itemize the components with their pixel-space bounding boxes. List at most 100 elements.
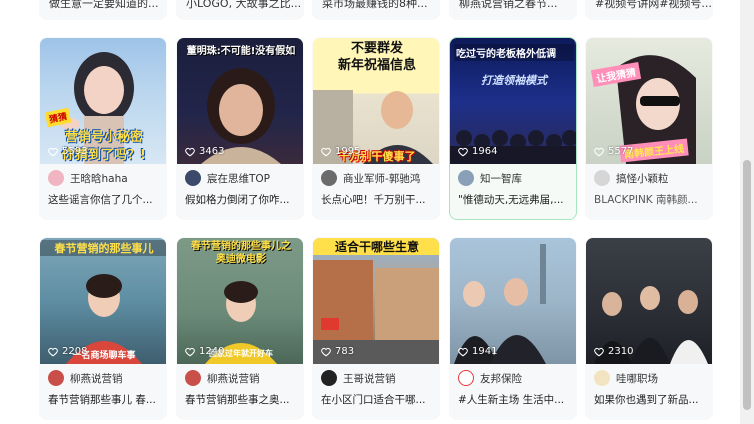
author-row[interactable]: 柳燕说营销 — [40, 364, 166, 392]
top-card-title: 菜市场最赚钱的8种... — [322, 0, 428, 10]
like-count-value: 2208 — [62, 346, 88, 357]
like-count-value: 783 — [335, 346, 355, 357]
video-card[interactable]: 吃过亏的老板格外低调 打造领袖模式 1964 知一智库 "惟德动天,无远弗届,.… — [449, 37, 577, 220]
thumbnail-caption: 不要群发 新年祝福信息 — [337, 41, 416, 73]
thumbnail-caption: 董明珠:不可能!没有假如 — [186, 46, 296, 57]
author-name: 搞怪小颖粒 — [616, 172, 669, 185]
video-title: #人生新主场 生活中... — [458, 394, 565, 406]
video-title: 春节营销那些事之奥... — [185, 394, 290, 406]
video-card[interactable]: 1941 友邦保险 #人生新主场 生活中... — [449, 237, 577, 420]
like-count: 1995 — [321, 146, 360, 157]
author-name: 王哥说营销 — [343, 372, 396, 385]
author-row[interactable]: 友邦保险 — [450, 364, 576, 392]
like-count-value: 3463 — [199, 146, 225, 157]
top-card-3[interactable]: 菜市场最赚钱的8种... — [312, 0, 440, 20]
like-count-value: 1941 — [472, 346, 498, 357]
heart-icon — [321, 147, 331, 156]
video-title: 假如格力倒闭了你咋... — [185, 194, 290, 206]
avatar — [458, 370, 474, 386]
like-count: 3463 — [185, 146, 224, 157]
top-card-4[interactable]: 柳燕说营销之春节... — [449, 0, 577, 20]
top-card-5[interactable]: #视频号讲网#视频号... — [585, 0, 713, 20]
author-row[interactable]: 王晗晗haha — [40, 164, 166, 192]
video-feed-page: 做生意一定要知道的... 小LOGO, 大故事之比... 菜市场最赚钱的8种..… — [0, 0, 754, 424]
video-card[interactable]: 2310 哇哪职场 如果你也遇到了新品... — [585, 237, 713, 420]
author-name: 商业军师-郭驰鸿 — [343, 172, 421, 185]
top-card-title: 柳燕说营销之春节... — [459, 0, 558, 10]
heart-icon — [185, 347, 195, 356]
video-thumbnail[interactable]: 适合干哪些生意 783 — [313, 238, 439, 364]
author-name: 哇哪职场 — [616, 372, 658, 385]
avatar — [185, 370, 201, 386]
video-thumbnail[interactable]: 让我猜猜 南韩颜王上线 5577 — [586, 38, 712, 164]
author-name: 柳燕说营销 — [70, 372, 123, 385]
video-thumbnail[interactable]: 猜猜 营销号小秘密 你猜到了吗？! 5593 — [40, 38, 166, 164]
avatar — [594, 370, 610, 386]
like-count: 2208 — [48, 346, 87, 357]
video-thumbnail[interactable]: 不要群发 新年祝福信息 千万别干傻事了 1995 — [313, 38, 439, 164]
top-card-2[interactable]: 小LOGO, 大故事之比... — [176, 0, 304, 20]
author-row[interactable]: 商业军师-郭驰鸿 — [313, 164, 439, 192]
video-title: "惟德动天,无远弗届,... — [458, 194, 564, 206]
video-card[interactable]: 不要群发 新年祝福信息 千万别干傻事了 1995 商业军师-郭驰鸿 长点心吧！千… — [312, 37, 440, 220]
video-thumbnail[interactable]: 春节营销的那些事儿之 奥迪微电影 回家过年就开好车 1240 — [177, 238, 303, 364]
video-title: 春节营销那些事儿 春... — [48, 394, 156, 406]
heart-icon — [48, 147, 58, 156]
thumbnail-caption: 适合干哪些生意 — [313, 238, 439, 255]
heart-icon — [458, 347, 468, 356]
video-thumbnail[interactable]: 春节营销的那些事儿 一名商场聊车事 2208 — [40, 238, 166, 364]
author-name: 柳燕说营销 — [207, 372, 260, 385]
video-card[interactable]: 让我猜猜 南韩颜王上线 5577 搞怪小颖粒 BLACKPINK 南韩颜... — [585, 37, 713, 220]
heart-icon — [321, 347, 331, 356]
like-count: 5593 — [48, 146, 87, 157]
avatar — [321, 170, 337, 186]
thumbnail-caption: 春节营销的那些事儿 — [40, 240, 166, 256]
like-count-value: 1964 — [472, 146, 498, 157]
video-card[interactable]: 董明珠:不可能!没有假如 3463 宸在思维TOP 假如格力倒闭了你咋... — [176, 37, 304, 220]
author-name: 王晗晗haha — [70, 172, 128, 185]
avatar — [594, 170, 610, 186]
avatar — [321, 370, 337, 386]
video-card[interactable]: 春节营销的那些事儿之 奥迪微电影 回家过年就开好车 1240 柳燕说营销 春节营… — [176, 237, 304, 420]
thumbnail-caption: 打造领袖模式 — [481, 74, 547, 87]
heart-icon — [594, 147, 604, 156]
scrollbar-thumb[interactable] — [743, 160, 751, 410]
heart-icon — [594, 347, 604, 356]
video-title: 如果你也遇到了新品... — [594, 394, 699, 406]
author-name: 友邦保险 — [480, 372, 522, 385]
video-title: 在小区门口适合干哪... — [321, 394, 426, 406]
author-row[interactable]: 哇哪职场 — [586, 364, 712, 392]
thumbnail-caption: 春节营销的那些事儿之 奥迪微电影 — [191, 241, 291, 265]
author-row[interactable]: 搞怪小颖粒 — [586, 164, 712, 192]
avatar — [48, 370, 64, 386]
top-card-title: 做生意一定要知道的... — [49, 0, 159, 10]
video-thumbnail[interactable]: 1941 — [450, 238, 576, 364]
avatar — [458, 170, 474, 186]
video-card[interactable]: 适合干哪些生意 783 王哥说营销 在小区门口适合干哪... — [312, 237, 440, 420]
heart-icon — [458, 147, 468, 156]
like-count-value: 5577 — [608, 146, 634, 157]
top-card-title: 小LOGO, 大故事之比... — [186, 0, 302, 10]
like-count: 1964 — [458, 146, 497, 157]
video-title: 长点心吧！千万别干... — [321, 194, 426, 206]
top-card-title: #视频号讲网#视频号... — [595, 0, 712, 10]
like-count: 2310 — [594, 346, 633, 357]
like-count: 783 — [321, 346, 354, 357]
avatar — [185, 170, 201, 186]
vertical-scrollbar[interactable] — [740, 0, 754, 424]
author-row[interactable]: 宸在思维TOP — [177, 164, 303, 192]
video-card[interactable]: 春节营销的那些事儿 一名商场聊车事 2208 柳燕说营销 春节营销那些事儿 春.… — [39, 237, 167, 420]
video-thumbnail[interactable]: 2310 — [586, 238, 712, 364]
author-row[interactable]: 知一智库 — [450, 164, 576, 192]
author-name: 知一智库 — [480, 172, 522, 185]
author-row[interactable]: 王哥说营销 — [313, 364, 439, 392]
video-card[interactable]: 猜猜 营销号小秘密 你猜到了吗？! 5593 王晗晗haha 这些谣言你信了几个… — [39, 37, 167, 220]
video-thumbnail[interactable]: 董明珠:不可能!没有假如 3463 — [177, 38, 303, 164]
thumbnail-caption: 营销号小秘密 — [64, 130, 143, 145]
heart-icon — [48, 347, 58, 356]
like-count: 1240 — [185, 346, 224, 357]
top-card-1[interactable]: 做生意一定要知道的... — [39, 0, 167, 20]
video-title: 这些谣言你信了几个... — [48, 194, 153, 206]
video-thumbnail[interactable]: 吃过亏的老板格外低调 打造领袖模式 1964 — [450, 38, 576, 164]
author-row[interactable]: 柳燕说营销 — [177, 364, 303, 392]
